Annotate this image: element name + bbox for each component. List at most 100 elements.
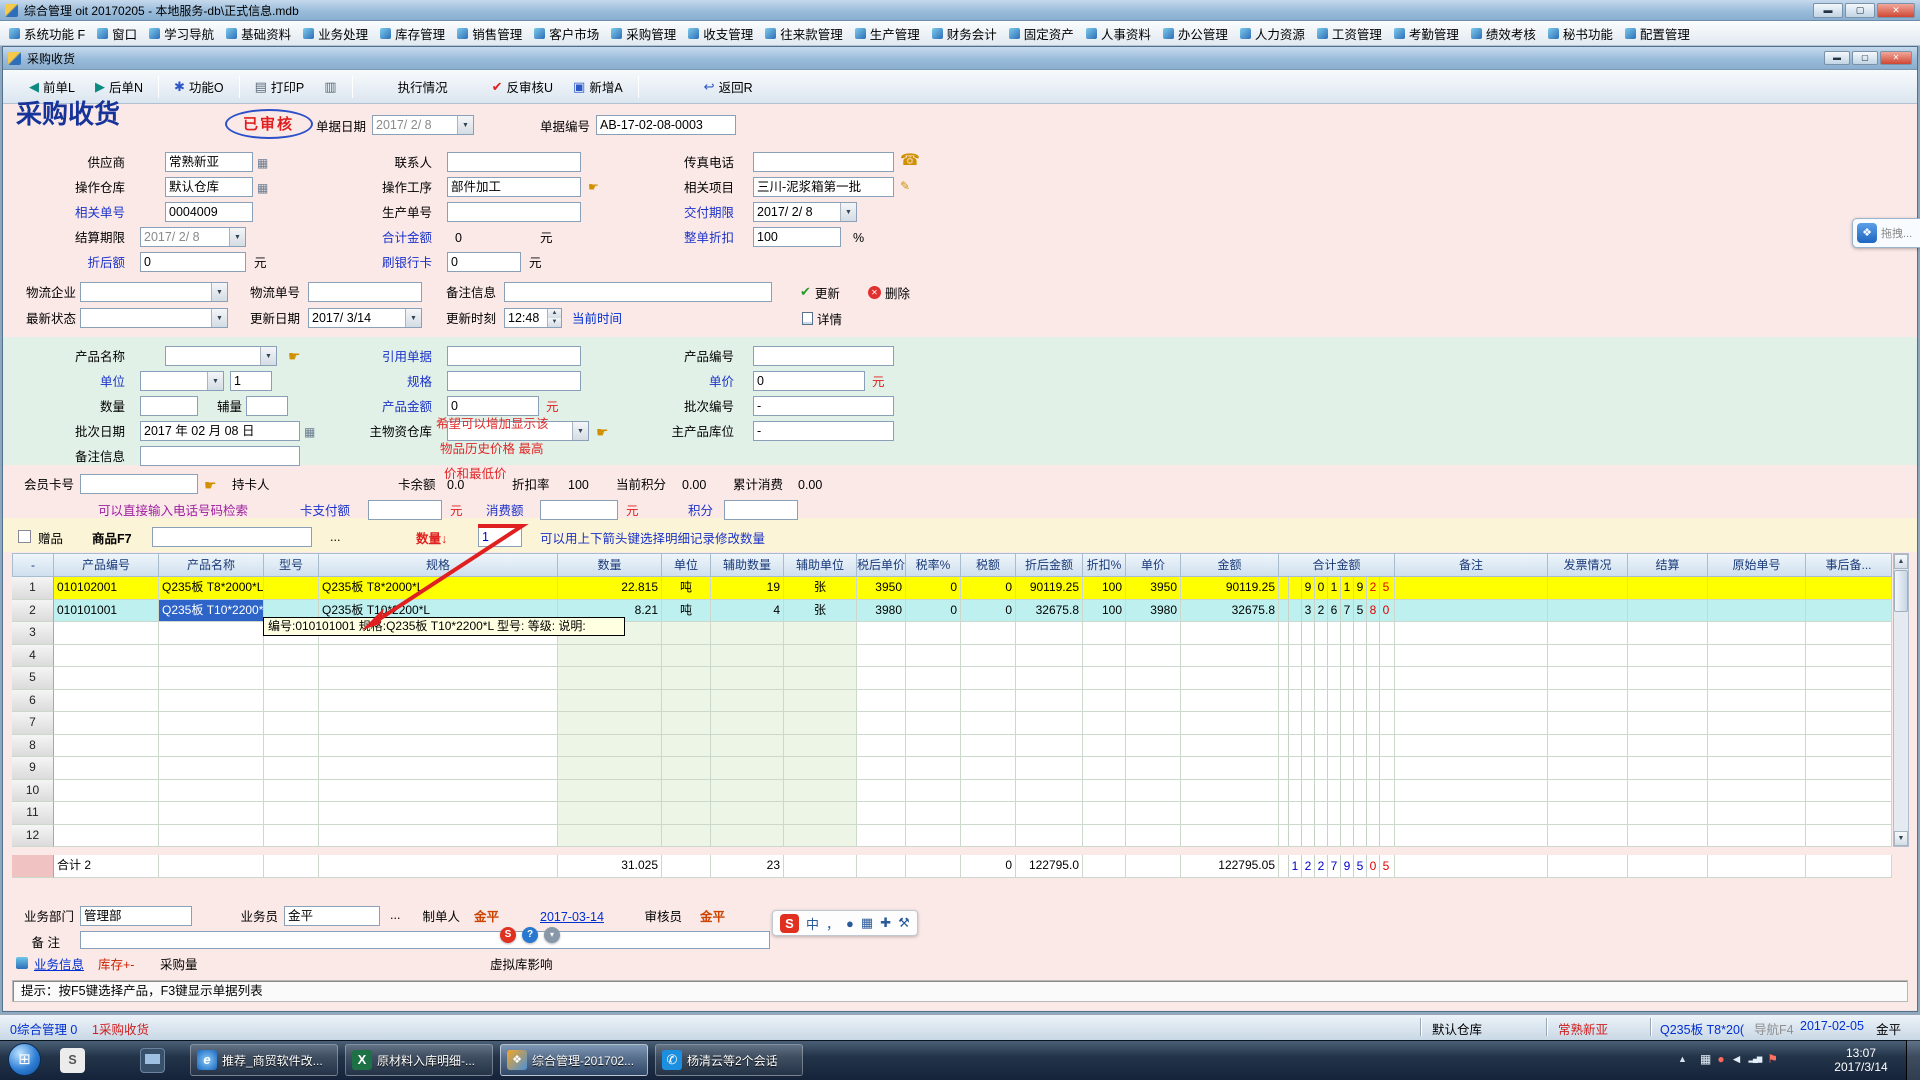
menu-item[interactable]: 人事资料 xyxy=(1080,23,1157,44)
entry-qty-input[interactable]: 1 xyxy=(478,527,522,547)
grid-cell[interactable] xyxy=(1628,825,1708,848)
grid-cell[interactable] xyxy=(558,690,662,713)
product-note-input[interactable] xyxy=(140,446,300,466)
grid-cell[interactable]: 32675.8 xyxy=(1016,600,1083,623)
ime-bar[interactable]: S 中 ， ● ▦ ✚ ⚒ xyxy=(772,910,918,936)
status-window-1[interactable]: 1采购收货 xyxy=(92,1019,149,1038)
batch-date-input[interactable]: 2017 年 02 月 08 日 xyxy=(140,421,300,441)
column-header[interactable]: 税率% xyxy=(906,553,961,577)
grid-cell[interactable] xyxy=(1628,600,1708,623)
dropdown-arrow-icon[interactable]: ▼ xyxy=(840,203,856,221)
grid-cell[interactable] xyxy=(1628,645,1708,668)
grid-cell[interactable] xyxy=(857,667,906,690)
grid-cell[interactable] xyxy=(1548,735,1628,758)
grid-cell[interactable] xyxy=(558,645,662,668)
grid-cell[interactable]: 3950 xyxy=(857,577,906,600)
ref-doc-input[interactable] xyxy=(447,346,581,366)
grid-cell[interactable] xyxy=(558,712,662,735)
grid-cell[interactable] xyxy=(784,757,857,780)
grid-cell[interactable] xyxy=(857,802,906,825)
menu-item[interactable]: 基础资料 xyxy=(220,23,297,44)
clerk-more-button[interactable]: ... xyxy=(390,907,400,924)
grid-cell[interactable] xyxy=(1395,735,1548,758)
tray-expand-icon[interactable]: ▲ xyxy=(1678,1054,1687,1064)
grid-cell[interactable] xyxy=(264,757,319,780)
grid-cell[interactable] xyxy=(711,825,784,848)
grid-cell[interactable] xyxy=(1806,622,1892,645)
ime-punct-icon[interactable]: ， xyxy=(826,914,839,933)
gift-checkbox[interactable] xyxy=(18,530,31,543)
related-no-input[interactable]: 0004009 xyxy=(165,202,253,222)
grid-cell[interactable] xyxy=(264,780,319,803)
item-more-button[interactable]: ... xyxy=(330,529,340,546)
grid-cell[interactable] xyxy=(558,757,662,780)
update-date-select[interactable]: 2017/ 3/14 ▼ xyxy=(308,308,422,328)
grid-cell[interactable] xyxy=(1548,667,1628,690)
logistics-note-input[interactable] xyxy=(504,282,772,302)
ime-wrench-icon[interactable]: ⚒ xyxy=(898,915,910,931)
grid-cell[interactable]: 3980 xyxy=(1126,600,1181,623)
start-button[interactable]: ⊞ xyxy=(8,1043,41,1076)
grid-cell[interactable] xyxy=(1806,690,1892,713)
grid-cell[interactable] xyxy=(784,780,857,803)
ime-dot-icon[interactable]: ● xyxy=(846,916,854,931)
grid-cell[interactable] xyxy=(1083,735,1126,758)
grid-cell[interactable] xyxy=(1126,622,1181,645)
column-header[interactable]: 型号 xyxy=(264,553,319,577)
table-row[interactable]: 5 xyxy=(12,667,1893,690)
grid-cell[interactable] xyxy=(1083,690,1126,713)
grid-cell[interactable] xyxy=(1395,690,1548,713)
mini-expand-icon[interactable]: ▾ xyxy=(544,927,560,943)
grid-cell[interactable]: 100 xyxy=(1083,577,1126,600)
production-no-input[interactable] xyxy=(447,202,581,222)
grid-cell[interactable] xyxy=(1628,802,1708,825)
grid-cell[interactable] xyxy=(159,712,264,735)
grid-cell[interactable] xyxy=(662,780,711,803)
scrollbar-thumb[interactable] xyxy=(1894,570,1908,612)
biz-info-link[interactable]: 业务信息 xyxy=(34,957,84,974)
grid-cell[interactable] xyxy=(1806,667,1892,690)
dropdown-arrow-icon[interactable]: ▼ xyxy=(207,372,223,390)
grid-cell[interactable] xyxy=(264,645,319,668)
grid-cell[interactable] xyxy=(784,802,857,825)
table-row[interactable]: 9 xyxy=(12,757,1893,780)
grid-cell[interactable] xyxy=(159,780,264,803)
grid-cell[interactable] xyxy=(1708,780,1806,803)
print-button[interactable]: ▤打印P xyxy=(245,74,315,100)
menu-item[interactable]: 收支管理 xyxy=(682,23,759,44)
grid-cell[interactable] xyxy=(906,645,961,668)
grid-cell[interactable] xyxy=(1016,645,1083,668)
grid-cell[interactable] xyxy=(1548,600,1628,623)
menu-item[interactable]: 库存管理 xyxy=(374,23,451,44)
warehouse-input[interactable]: 默认仓库 xyxy=(165,177,253,197)
grid-cell[interactable] xyxy=(1548,690,1628,713)
grid-cell[interactable] xyxy=(264,690,319,713)
column-header[interactable]: 事后备... xyxy=(1806,553,1892,577)
column-header[interactable]: 结算 xyxy=(1628,553,1708,577)
grid-cell[interactable]: 23 xyxy=(711,855,784,878)
grid-cell[interactable] xyxy=(662,645,711,668)
grid-cell[interactable] xyxy=(906,735,961,758)
grid-cell[interactable] xyxy=(1395,667,1548,690)
grid-cell[interactable]: Q235板 T10*2200*L xyxy=(159,600,264,623)
grid-cell[interactable] xyxy=(1548,645,1628,668)
grid-cell[interactable] xyxy=(857,855,906,878)
unit-price-input[interactable]: 0 xyxy=(753,371,865,391)
bankcard-input[interactable]: 0 xyxy=(447,252,521,272)
delete-button[interactable]: ✕删除 xyxy=(868,282,910,302)
row-number[interactable]: 2 xyxy=(12,600,54,623)
taskbar-button[interactable]: e推荐_商贸软件改... xyxy=(190,1044,338,1076)
grid-cell[interactable] xyxy=(1548,780,1628,803)
grid-cell[interactable] xyxy=(1708,645,1806,668)
grid-cell[interactable] xyxy=(1708,802,1806,825)
column-header[interactable]: 辅助单位 xyxy=(784,553,857,577)
grid-cell[interactable] xyxy=(264,825,319,848)
grid-cell[interactable] xyxy=(1083,780,1126,803)
settle-date-select[interactable]: 2017/ 2/ 8 ▼ xyxy=(140,227,246,247)
column-header[interactable]: - xyxy=(12,553,54,577)
grid-cell[interactable] xyxy=(264,735,319,758)
menu-item[interactable]: 考勤管理 xyxy=(1388,23,1465,44)
close-button[interactable]: ✕ xyxy=(1877,3,1915,18)
menu-item[interactable]: 采购管理 xyxy=(605,23,682,44)
grid-cell[interactable] xyxy=(1806,645,1892,668)
